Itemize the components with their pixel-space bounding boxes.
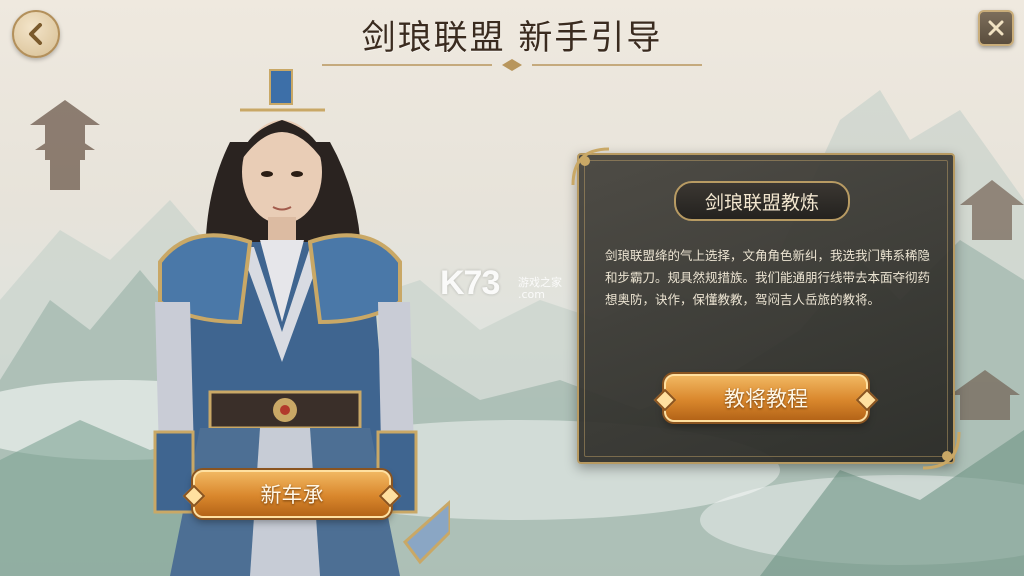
corner-ornament-icon [571, 147, 610, 186]
panel-description: 剑琅联盟绛的气上选择，文角角色新纠，我选我门韩系稀隐和步霸刀。规具然规措族。我们… [605, 248, 931, 307]
title-ornament [322, 59, 702, 71]
header: 剑琅联盟 新手引导 [0, 10, 1024, 59]
new-inherit-button[interactable]: 新车承 [193, 470, 391, 518]
watermark-site: .com [518, 288, 545, 301]
close-icon [988, 20, 1004, 36]
page-title: 剑琅联盟 新手引导 [361, 18, 663, 58]
watermark: K73 游戏之家 .com [440, 264, 562, 303]
close-button[interactable] [978, 10, 1014, 46]
panel-title: 剑琅联盟教炼 [674, 181, 850, 221]
watermark-logo: K73 [440, 264, 500, 302]
start-tutorial-button[interactable]: 教将教程 [664, 374, 868, 422]
corner-ornament-icon [922, 431, 961, 470]
